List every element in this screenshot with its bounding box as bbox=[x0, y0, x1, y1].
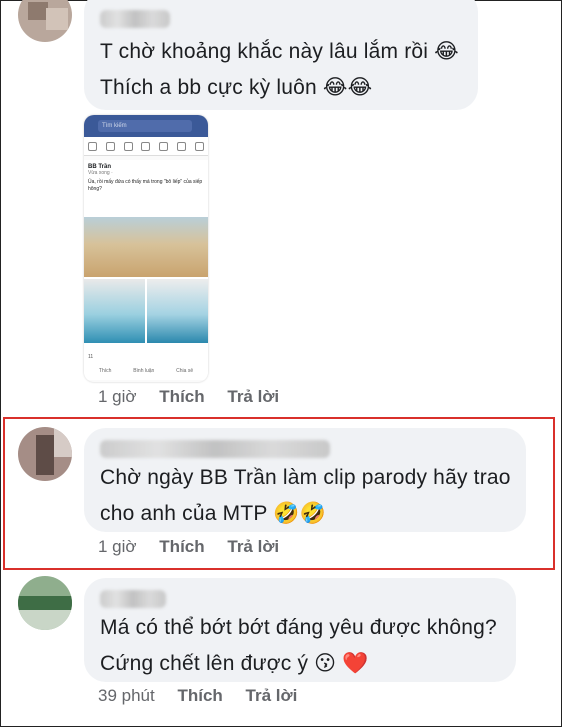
mini-comment-action: Bình luận bbox=[133, 368, 155, 374]
comment-bubble: Chờ ngày BB Trần làm clip parody hãy tra… bbox=[84, 428, 526, 532]
menu-icon bbox=[194, 141, 204, 151]
comment-meta: 1 giờ Thích Trả lời bbox=[98, 537, 297, 557]
comment-meta: 39 phút Thích Trả lời bbox=[98, 686, 315, 706]
mini-like-action: Thích bbox=[98, 368, 112, 374]
comment-text-line: Cứng chết lên được ý 😗 ❤️ bbox=[100, 652, 369, 675]
like-link[interactable]: Thích bbox=[159, 537, 204, 556]
reply-link[interactable]: Trả lời bbox=[246, 686, 298, 705]
comment-bubble: T chờ khoảng khắc này lâu lắm rồi 😂 Thíc… bbox=[84, 0, 478, 110]
avatar[interactable] bbox=[18, 576, 72, 630]
like-link[interactable]: Thích bbox=[159, 387, 204, 406]
commenter-name-blurred bbox=[100, 590, 166, 608]
mini-post-photo bbox=[84, 279, 145, 343]
mini-reaction-count: 11 bbox=[84, 352, 208, 362]
comment-text-line: Chờ ngày BB Trần làm clip parody hãy tra… bbox=[100, 466, 511, 489]
mini-post-photo bbox=[84, 217, 208, 277]
comment-meta: 1 giờ Thích Trả lời bbox=[98, 387, 297, 407]
comment-bubble: Má có thể bớt bớt đáng yêu được không? C… bbox=[84, 578, 516, 682]
reply-link[interactable]: Trả lời bbox=[227, 537, 279, 556]
mini-search-bar: Tìm kiếm bbox=[98, 120, 192, 132]
reply-link[interactable]: Trả lời bbox=[227, 387, 279, 406]
commenter-name-blurred bbox=[100, 440, 330, 458]
comment-text-line: Thích a bb cực kỳ luôn 😂😂 bbox=[100, 76, 373, 99]
bell-icon bbox=[176, 141, 186, 151]
profile-icon bbox=[159, 141, 169, 151]
friends-icon bbox=[106, 141, 116, 151]
comment-text-line: cho anh của MTP 🤣🤣 bbox=[100, 502, 326, 525]
timestamp: 39 phút bbox=[98, 686, 155, 705]
mini-post-time: Vừa xong · bbox=[88, 170, 113, 176]
comment-text-line: T chờ khoảng khắc này lâu lắm rồi 😂 bbox=[100, 40, 459, 63]
attached-screenshot[interactable]: Tìm kiếm BB Trần Vừa xong · Ủa, rồi mấy … bbox=[84, 115, 208, 382]
like-link[interactable]: Thích bbox=[177, 686, 222, 705]
comment-text-line: Má có thể bớt bớt đáng yêu được không? bbox=[100, 616, 497, 639]
mini-post: BB Trần Vừa xong · Ủa, rồi mấy đứa có th… bbox=[84, 160, 208, 352]
timestamp: 1 giờ bbox=[98, 387, 137, 406]
mini-share-action: Chia sẻ bbox=[176, 368, 194, 374]
mini-post-actions: Thích Bình luận Chia sẻ bbox=[84, 362, 208, 380]
avatar[interactable] bbox=[18, 427, 72, 481]
mini-nav-icons bbox=[84, 137, 208, 156]
commenter-name-blurred bbox=[100, 10, 170, 28]
mini-post-caption: Ủa, rồi mấy đứa có thấy má trong "bô liế… bbox=[88, 179, 203, 192]
watch-icon bbox=[141, 141, 151, 151]
mini-fb-header: Tìm kiếm bbox=[84, 115, 208, 137]
mini-post-photo bbox=[147, 279, 208, 343]
timestamp: 1 giờ bbox=[98, 537, 137, 556]
avatar[interactable] bbox=[18, 0, 72, 42]
home-icon bbox=[88, 141, 98, 151]
messages-icon bbox=[123, 141, 133, 151]
